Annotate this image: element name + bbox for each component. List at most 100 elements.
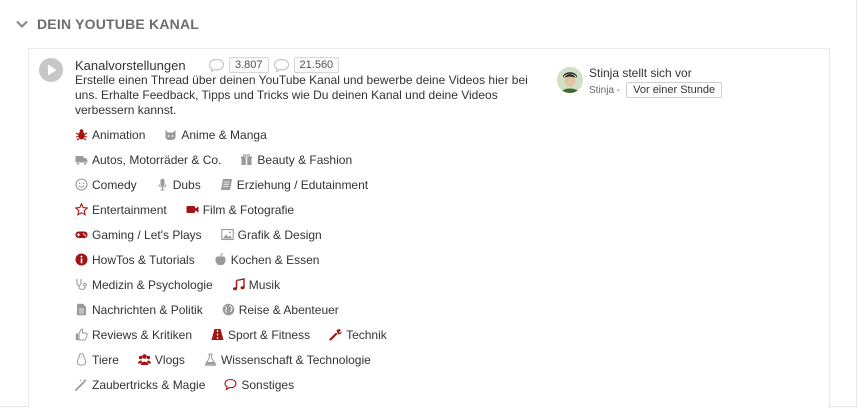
subforum-zaubertricks[interactable]: Zaubertricks & Magie	[75, 378, 205, 392]
bug-icon	[75, 129, 88, 141]
subforum-film-fotografie[interactable]: Film & Fotografie	[186, 203, 294, 217]
subforum-dubs[interactable]: Dubs	[156, 178, 201, 192]
subforum-row: Animation Anime & Manga	[75, 122, 545, 147]
subforum-row: Tiere Vlogs Wissenschaft & Technologie	[75, 347, 545, 372]
subforum-label: Anime & Manga	[181, 127, 267, 142]
globe-icon	[222, 303, 235, 316]
apple-icon	[215, 253, 226, 266]
subforum-row: Comedy Dubs Erziehung / Edutainment	[75, 172, 545, 197]
subforum-label: Technik	[346, 327, 387, 342]
subforum-howtos[interactable]: HowTos & Tutorials	[75, 253, 195, 267]
chevron-down-icon[interactable]	[15, 17, 29, 31]
subforum-label: HowTos & Tutorials	[92, 252, 195, 267]
subforum-animation[interactable]: Animation	[75, 128, 145, 142]
subforum-row: Zaubertricks & Magie Sonstiges	[75, 372, 545, 397]
avatar[interactable]	[557, 67, 583, 93]
latest-time: Vor einer Stunde	[626, 82, 723, 98]
users-icon	[137, 354, 151, 365]
subforum-kochen-essen[interactable]: Kochen & Essen	[214, 252, 320, 267]
subforum-label: Beauty & Fashion	[257, 152, 353, 167]
subforum-label: Animation	[92, 127, 146, 142]
subforum-label: Reviews & Kritiken	[92, 327, 193, 342]
subforum-label: Wissenschaft & Technologie	[220, 352, 371, 367]
image-icon	[220, 228, 234, 241]
subforum-label: Grafik & Design	[237, 227, 322, 242]
posts-count: 21.560	[293, 57, 340, 73]
road-icon	[211, 329, 224, 340]
subforum-row: Nachrichten & Politik Reise & Abenteuer	[75, 297, 545, 322]
subforum-vlogs[interactable]: Vlogs	[137, 352, 185, 367]
gamepad-icon	[75, 231, 88, 238]
subforum-beauty-fashion[interactable]: Beauty & Fashion	[240, 153, 352, 167]
subforum-label: Vlogs	[154, 352, 185, 367]
document-icon	[77, 303, 86, 316]
subforum-gaming[interactable]: Gaming / Let's Plays	[75, 228, 202, 242]
subforum-label: Sport & Fitness	[228, 327, 311, 342]
info-icon	[75, 253, 88, 266]
subforum-label: Entertainment	[92, 202, 167, 217]
subforum-row: Gaming / Let's Plays Grafik & Design	[75, 222, 545, 247]
subforum-sport-fitness[interactable]: Sport & Fitness	[211, 328, 310, 342]
forum-description: Erstelle einen Thread über deinen YouTub…	[75, 73, 528, 117]
subforum-tiere[interactable]: Tiere	[75, 353, 119, 367]
wrench-icon	[329, 329, 342, 341]
comment-icon	[224, 378, 237, 391]
threads-count: 3.807	[229, 57, 269, 73]
subforum-grafik-design[interactable]: Grafik & Design	[220, 227, 322, 242]
subforum-row: Autos, Motorräder & Co. Beauty & Fashion	[75, 147, 545, 172]
subforum-label: Nachrichten & Politik	[92, 302, 203, 317]
subforum-medizin[interactable]: Medizin & Psychologie	[75, 278, 213, 292]
subforum-comedy[interactable]: Comedy	[75, 178, 137, 192]
latest-author[interactable]: Stinja -	[589, 85, 620, 96]
avatar-image-icon	[557, 67, 583, 93]
subforum-label: Tiere	[92, 352, 119, 367]
star-icon	[75, 203, 88, 216]
latest-thread-link[interactable]: Stinja stellt sich vor	[589, 66, 692, 80]
subforum-autos[interactable]: Autos, Motorräder & Co.	[75, 153, 221, 167]
subforum-label: Dubs	[172, 177, 201, 192]
subforum-label: Gaming / Let's Plays	[92, 227, 202, 242]
stethoscope-icon	[76, 279, 87, 290]
subforum-row: HowTos & Tutorials Kochen & Essen	[75, 247, 545, 272]
subforum-label: Zaubertricks & Magie	[92, 377, 206, 392]
subforum-row: Entertainment Film & Fotografie	[75, 197, 545, 222]
subforum-wissenschaft[interactable]: Wissenschaft & Technologie	[204, 353, 371, 367]
subforum-label: Kochen & Essen	[230, 252, 320, 267]
forum-stats: 3.807 21.560	[208, 57, 340, 73]
music-icon	[232, 278, 245, 291]
play-icon	[39, 58, 63, 82]
subforum-label: Sonstiges	[241, 377, 295, 392]
subforum-erziehung[interactable]: Erziehung / Edutainment	[220, 178, 368, 192]
smiley-icon	[75, 178, 88, 191]
cat-icon	[165, 130, 176, 140]
subforum-nachrichten[interactable]: Nachrichten & Politik	[75, 303, 203, 317]
gift-icon	[241, 154, 253, 165]
microphone-icon	[158, 178, 167, 191]
video-camera-icon	[186, 206, 199, 213]
subforum-label: Comedy	[92, 177, 137, 192]
subforum-list: Animation Anime & Manga Autos, Motorräde…	[75, 122, 545, 397]
subforum-entertainment[interactable]: Entertainment	[75, 203, 167, 217]
subforum-technik[interactable]: Technik	[329, 328, 387, 342]
category-header[interactable]: DEIN YOUTUBE KANAL	[15, 16, 199, 32]
penguin-icon	[76, 353, 87, 366]
subforum-anime-manga[interactable]: Anime & Manga	[164, 127, 267, 142]
forum-title-link[interactable]: Kanalvorstellungen	[75, 58, 186, 73]
posts-icon	[273, 58, 289, 73]
subforum-label: Film & Fotografie	[202, 202, 295, 217]
thumbs-up-icon	[75, 328, 88, 341]
truck-icon	[75, 156, 88, 166]
flask-icon	[204, 353, 217, 366]
subforum-reise[interactable]: Reise & Abenteuer	[222, 303, 339, 317]
book-icon	[220, 179, 232, 190]
subforum-label: Medizin & Psychologie	[92, 277, 213, 292]
subforum-reviews[interactable]: Reviews & Kritiken	[75, 328, 192, 342]
latest-thread-meta: Stinja - Vor einer Stunde	[589, 82, 723, 98]
category-title: DEIN YOUTUBE KANAL	[37, 16, 200, 32]
subforum-label: Musik	[248, 277, 281, 292]
subforum-label: Erziehung / Edutainment	[236, 177, 369, 192]
subforum-sonstiges[interactable]: Sonstiges	[224, 378, 294, 392]
subforum-row: Reviews & Kritiken Sport & Fitness Techn…	[75, 322, 545, 347]
subforum-musik[interactable]: Musik	[232, 278, 280, 292]
subforum-label: Autos, Motorräder & Co.	[92, 152, 222, 167]
